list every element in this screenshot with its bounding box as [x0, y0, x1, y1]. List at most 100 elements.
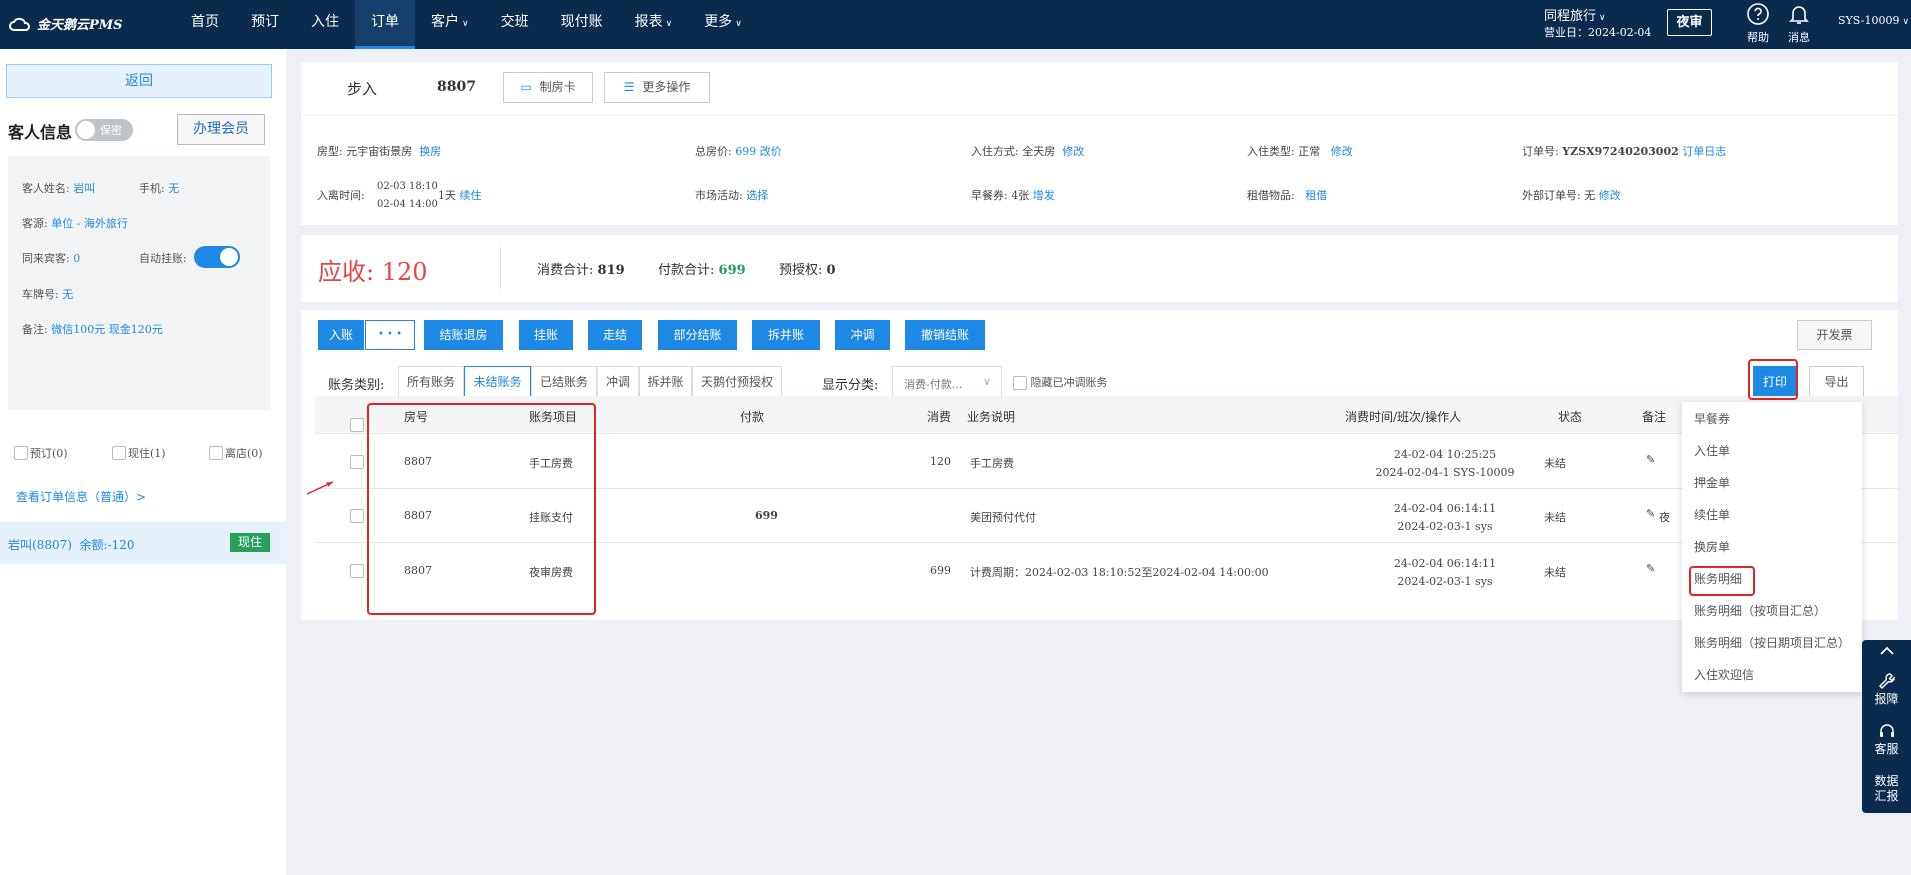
night-audit-button[interactable]: 夜审 — [1667, 9, 1712, 36]
data-report-button[interactable]: 数据 汇报 — [1862, 774, 1911, 804]
nav-item[interactable]: 预订 — [235, 0, 295, 49]
nav-item[interactable]: 订单 — [355, 0, 415, 49]
help-button[interactable]: 帮助 — [1738, 2, 1778, 45]
companions-value[interactable]: 0 — [73, 252, 80, 265]
row-checkbox[interactable] — [350, 454, 364, 469]
nav-item[interactable]: 交班 — [485, 0, 545, 49]
undo-settle-button[interactable]: 撤销结账 — [905, 320, 985, 350]
guest-card: 客人姓名: 岩叫 手机: 无 客源: 单位 - 海外旅行 同来宾客: 0 自动挂… — [8, 156, 270, 410]
make-card-button[interactable]: ▭ 制房卡 — [503, 72, 593, 103]
row-checkbox[interactable] — [350, 509, 364, 523]
extend-link[interactable]: 续住 — [460, 189, 482, 202]
source-value[interactable]: 单位 - 海外旅行 — [51, 217, 128, 230]
hide-adjusted-filter[interactable]: 隐藏已冲调账务 — [1013, 374, 1108, 390]
edit-icon[interactable]: ✎ — [1646, 453, 1655, 466]
print-menu-item[interactable]: 押金单 — [1694, 474, 1730, 491]
phone-value[interactable]: 无 — [168, 182, 179, 195]
more-ops-button[interactable]: ☰ 更多操作 — [604, 72, 710, 103]
change-room-link[interactable]: 换房 — [419, 145, 441, 158]
back-button[interactable]: 返回 — [6, 64, 272, 98]
on-account-button[interactable]: 挂账 — [519, 320, 573, 350]
scroll-top-button[interactable] — [1862, 644, 1911, 658]
user-menu[interactable]: SYS-10009 ∨ — [1838, 14, 1909, 27]
room-list-item[interactable]: 岩叫(8807) 余额:-120 现住 — [0, 522, 286, 564]
invoice-button[interactable]: 开发票 — [1797, 320, 1872, 350]
secret-toggle[interactable]: 保密 — [75, 119, 133, 141]
modify-link[interactable]: 修改 — [1599, 189, 1621, 202]
print-menu-item[interactable]: 入住欢迎信 — [1694, 666, 1754, 683]
order-no-value: YZSX97240203002 — [1562, 145, 1679, 158]
export-button[interactable]: 导出 — [1809, 366, 1864, 399]
print-button[interactable]: 打印 — [1753, 366, 1797, 399]
nav-item[interactable]: 首页 — [175, 0, 235, 49]
print-menu-item[interactable]: 续住单 — [1694, 506, 1730, 523]
checkbox[interactable] — [112, 446, 126, 460]
table-row[interactable]: 8807 夜审房费 699 计费周期：2024-02-03 18:10:52至2024… — [315, 542, 1898, 597]
order-log-link[interactable]: 订单日志 — [1682, 145, 1726, 158]
print-menu-item[interactable]: 账务明细 — [1694, 570, 1742, 587]
tab-preauth[interactable]: 天鹅付预授权 — [692, 366, 782, 399]
edit-icon[interactable]: ✎ — [1646, 562, 1655, 575]
print-menu-item[interactable]: 早餐券 — [1694, 410, 1730, 427]
cell-room: 8807 — [404, 563, 432, 577]
shift-operator: 2024-02-03-1 sys — [1397, 520, 1493, 533]
print-menu-item[interactable]: 换房单 — [1694, 538, 1730, 555]
nav-item[interactable]: 客户 ∨ — [415, 0, 485, 49]
partial-settle-button[interactable]: 部分结账 — [658, 320, 737, 350]
service-button[interactable]: 客服 — [1862, 722, 1911, 757]
rental-link[interactable]: 租借 — [1305, 189, 1327, 202]
payment-total: 付款合计: 699 — [658, 259, 746, 278]
filter-checked-out[interactable]: 离店(0) — [209, 445, 263, 461]
auto-charge-toggle[interactable] — [194, 246, 240, 268]
cell-description: 手工房费 — [970, 456, 1014, 470]
display-select[interactable]: 消费-付款... ∨ — [892, 366, 1002, 399]
field-label: 房型: — [317, 145, 343, 158]
checkbox[interactable] — [209, 446, 223, 460]
tab-adjust[interactable]: 冲调 — [597, 366, 639, 399]
room-item-text: 岩叫(8807) 余额:-120 — [8, 536, 135, 553]
tab-unsettled[interactable]: 未结账务 — [464, 366, 531, 399]
select-activity-link[interactable]: 选择 — [746, 189, 768, 202]
table-row[interactable]: 8807 手工房费 120 手工房费 未结 24-02-04 10:25:25 2024-0… — [315, 433, 1898, 488]
row-checkbox[interactable] — [350, 563, 364, 578]
remark-value[interactable]: 微信100元 现金120元 — [51, 323, 163, 336]
member-button[interactable]: 办理会员 — [177, 114, 265, 145]
nav-item[interactable]: 更多 ∨ — [688, 0, 758, 49]
main-nav: 首页 预订 入住 订单 客户 ∨ 交班 现付账 报表 ∨ 更多 ∨ — [175, 0, 758, 49]
nav-item[interactable]: 入住 — [295, 0, 355, 49]
checkbox[interactable] — [1013, 376, 1027, 390]
split-merge-button[interactable]: 拆并账 — [752, 320, 820, 350]
order-info-link[interactable]: 查看订单信息（普通）> — [16, 488, 146, 505]
checkout-button[interactable]: 结账退房 — [424, 320, 503, 350]
toggle-knob — [220, 248, 238, 266]
filter-in-house[interactable]: 现住(1) — [112, 445, 166, 461]
tab-all[interactable]: 所有账务 — [398, 366, 464, 399]
modify-link[interactable]: 修改 — [1331, 145, 1353, 158]
nav-item[interactable]: 现付账 — [545, 0, 619, 49]
print-menu-item[interactable]: 入住单 — [1694, 442, 1730, 459]
add-breakfast-link[interactable]: 增发 — [1033, 189, 1055, 202]
tab-split-merge[interactable]: 拆并账 — [639, 366, 692, 399]
filter-reserved[interactable]: 预订(0) — [14, 445, 68, 461]
select-all-checkbox[interactable] — [350, 418, 364, 432]
guest-name[interactable]: 岩叫 — [73, 182, 95, 195]
org-selector[interactable]: 同程旅行 ∨ — [1544, 5, 1606, 24]
print-menu-item[interactable]: 账务明细（按项目汇总） — [1694, 602, 1826, 619]
tab-settled[interactable]: 已结账务 — [531, 366, 597, 399]
nav-item[interactable]: 报表 ∨ — [619, 0, 689, 49]
phone-row: 手机: 无 — [139, 180, 179, 196]
more-post-button[interactable]: • • • — [365, 320, 415, 350]
walk-settle-button[interactable]: 走结 — [588, 320, 642, 350]
post-charge-button[interactable]: 入账 — [318, 320, 364, 350]
modify-link[interactable]: 修改 — [1062, 145, 1084, 158]
adjust-button[interactable]: 冲调 — [835, 320, 890, 350]
edit-icon[interactable]: ✎ — [1646, 507, 1655, 520]
change-price-link[interactable]: 改价 — [760, 145, 782, 158]
table-row[interactable]: 8807 挂账支付 699 美团预付代付 未结 24-02-04 06:14:11 2024… — [315, 488, 1898, 542]
checkbox[interactable] — [14, 446, 28, 460]
logo[interactable]: 金天鹅云PMS — [8, 14, 123, 33]
report-fault-button[interactable]: 报障 — [1862, 672, 1911, 707]
print-menu-item[interactable]: 账务明细（按日期项目汇总） — [1694, 634, 1850, 651]
plate-value[interactable]: 无 — [62, 288, 73, 301]
messages-button[interactable]: 消息 — [1779, 2, 1819, 45]
